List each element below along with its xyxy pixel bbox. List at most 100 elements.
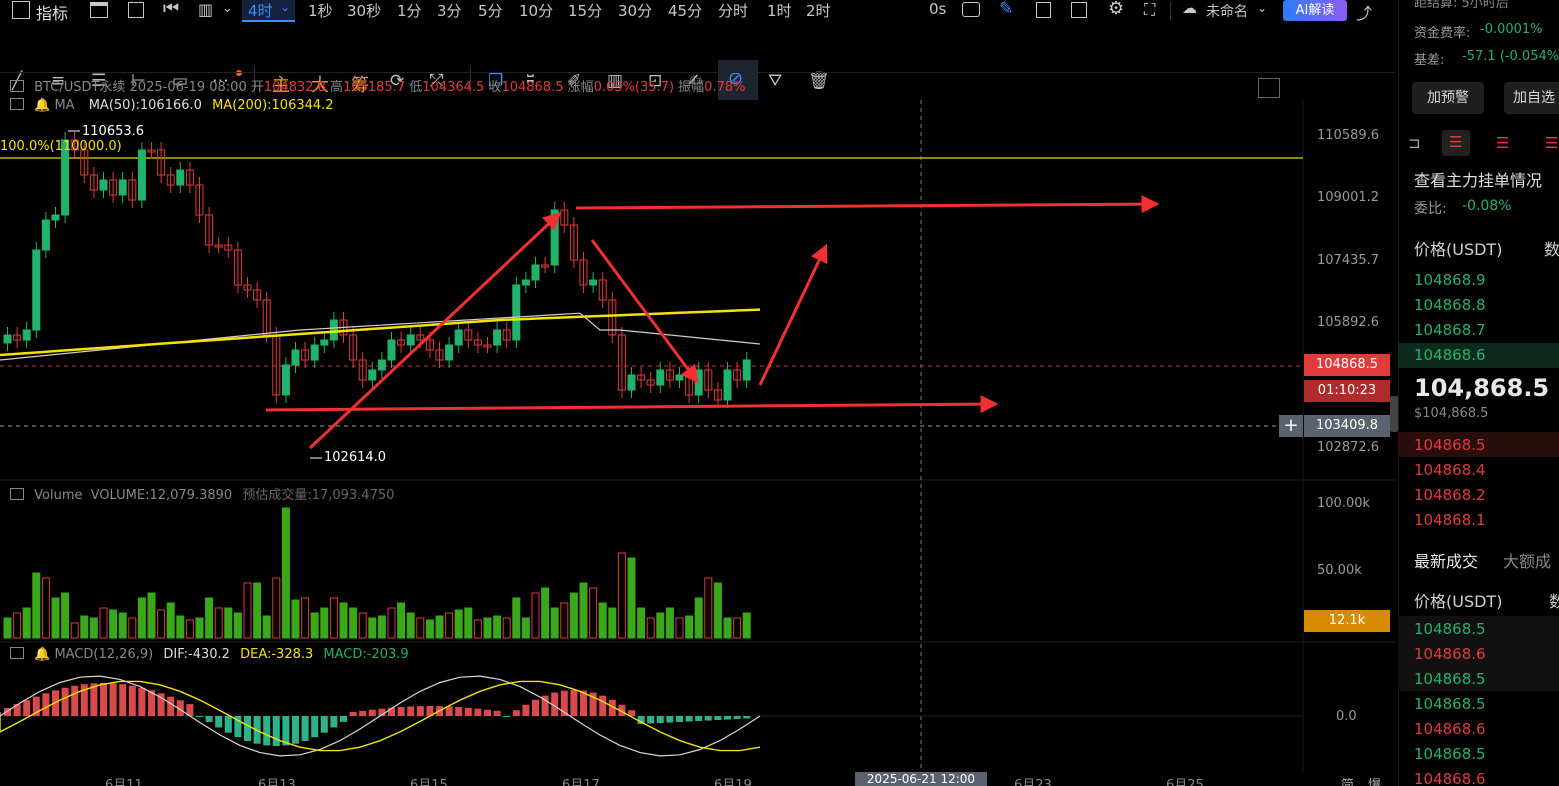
collapse-icon[interactable]	[10, 98, 24, 110]
macd-bar	[474, 708, 482, 716]
sidebar-collapse-handle[interactable]	[1390, 396, 1398, 432]
volume-bar	[214, 607, 223, 639]
candle	[51, 214, 60, 221]
trade-price: 104868.6	[1414, 720, 1486, 738]
orderbook-asks-icon[interactable]: ☰	[1496, 134, 1509, 152]
volume-bar	[473, 619, 482, 639]
macd-bar	[359, 710, 367, 716]
macd-bar	[666, 716, 674, 723]
macd-bar	[109, 683, 117, 716]
macd-bar	[416, 706, 424, 716]
trade-price: 104868.5	[1414, 695, 1486, 713]
macd-bar	[167, 696, 175, 716]
volume-title: Volume	[34, 488, 83, 503]
expand-icon[interactable]	[1258, 78, 1280, 98]
liquidation-button[interactable]: 爆	[1368, 774, 1381, 786]
high-label: 高	[330, 80, 344, 95]
volume-bar	[281, 507, 290, 639]
volume-bar	[541, 587, 550, 639]
ohlc-info: BTC/USDT永续 2025-06-19 08:00 开104832.8 高1…	[10, 76, 745, 95]
add-watchlist-button[interactable]: 加自选	[1504, 82, 1559, 114]
macd-bar	[330, 716, 338, 728]
ma-legend: 🔔 MA MA(50):106166.0 MA(200):106344.2	[10, 98, 334, 113]
volume-bar	[224, 607, 233, 639]
macd-zero-tick: 0.0	[1336, 709, 1357, 724]
volume-bar	[243, 582, 252, 639]
macd-bar	[42, 693, 50, 716]
tab-large-trades[interactable]: 大额成	[1503, 548, 1551, 572]
volume-bar	[61, 592, 70, 639]
macd-bar	[464, 707, 472, 716]
amplitude-label: 振幅	[678, 80, 705, 95]
bid-price[interactable]: 104868.1	[1414, 511, 1486, 529]
ask-price[interactable]: 104868.8	[1414, 296, 1486, 314]
simple-mode-button[interactable]: 简	[1341, 774, 1354, 786]
funding-rate-value: -0.0001%	[1480, 22, 1543, 37]
bid-price[interactable]: 104868.4	[1414, 461, 1486, 479]
volume-bar	[656, 612, 665, 639]
volume-bar	[339, 602, 348, 639]
macd-bar	[522, 704, 530, 716]
orderbook-default-tab[interactable]: ☰	[1442, 130, 1470, 156]
volume-bar	[617, 552, 626, 639]
price-header: 价格(USDT)	[1414, 240, 1503, 259]
ask-price[interactable]: 104868.7	[1414, 321, 1486, 339]
candle	[22, 329, 31, 341]
volume-bar	[560, 602, 569, 639]
volume-bar	[685, 615, 694, 639]
candle	[493, 329, 502, 346]
high-annotation: 110653.6	[82, 124, 145, 139]
candle	[723, 369, 732, 401]
candle	[454, 329, 463, 346]
trade-price: 104868.5	[1414, 745, 1486, 763]
bell-icon[interactable]: 🔔	[34, 647, 50, 662]
macd-bar	[368, 709, 376, 716]
trade-price: 104868.5	[1414, 620, 1486, 638]
candle	[291, 349, 300, 366]
main-orders-link[interactable]: 查看主力挂单情况	[1414, 167, 1542, 191]
volume-bar	[99, 607, 108, 639]
macd-bar	[656, 716, 664, 723]
volume-bar	[493, 615, 502, 639]
add-order-icon[interactable]: +	[1279, 415, 1303, 437]
orderbook-both-icon[interactable]: ⊐	[1408, 134, 1421, 152]
tab-latest-trades[interactable]: 最新成交	[1414, 548, 1478, 572]
bid-price[interactable]: 104868.2	[1414, 486, 1486, 504]
ask-price[interactable]: 104868.6	[1414, 346, 1486, 364]
volume-bar	[291, 599, 300, 639]
volume-bar	[502, 617, 511, 639]
candle	[368, 369, 377, 381]
volume-bar	[272, 577, 281, 639]
volume-bar	[416, 617, 425, 639]
bid-price[interactable]: 104868.5	[1414, 436, 1486, 454]
volume-bar	[310, 612, 319, 639]
orderbook-bids-icon[interactable]: ☰	[1545, 134, 1558, 152]
collapse-icon[interactable]	[10, 80, 24, 92]
macd-bar	[205, 716, 213, 722]
volume-bar	[637, 607, 646, 639]
volume-bar	[368, 617, 377, 639]
collapse-icon[interactable]	[10, 488, 24, 500]
close-label: 收	[488, 80, 502, 95]
trades-qty-header: 数	[1549, 592, 1559, 611]
macd-bar	[215, 716, 223, 728]
price-chart[interactable]	[0, 0, 1395, 786]
candle	[137, 149, 146, 201]
volume-bar	[13, 612, 22, 639]
volume-bar	[70, 622, 79, 639]
volume-bar	[435, 615, 444, 639]
macd-bar	[244, 716, 251, 741]
ask-price[interactable]: 104868.9	[1414, 271, 1486, 289]
volume-bar	[704, 577, 713, 639]
bell-icon[interactable]: 🔔	[34, 98, 50, 113]
volume-bar	[512, 597, 521, 639]
candle	[445, 344, 454, 361]
volume-bar	[377, 615, 386, 639]
add-alert-button[interactable]: 加预警	[1412, 82, 1484, 114]
candle	[675, 374, 684, 381]
candle	[589, 279, 598, 286]
macd-bar	[676, 716, 683, 722]
collapse-icon[interactable]	[10, 647, 24, 659]
date-tick: 6月13	[258, 778, 296, 786]
volume-bar	[166, 602, 175, 639]
